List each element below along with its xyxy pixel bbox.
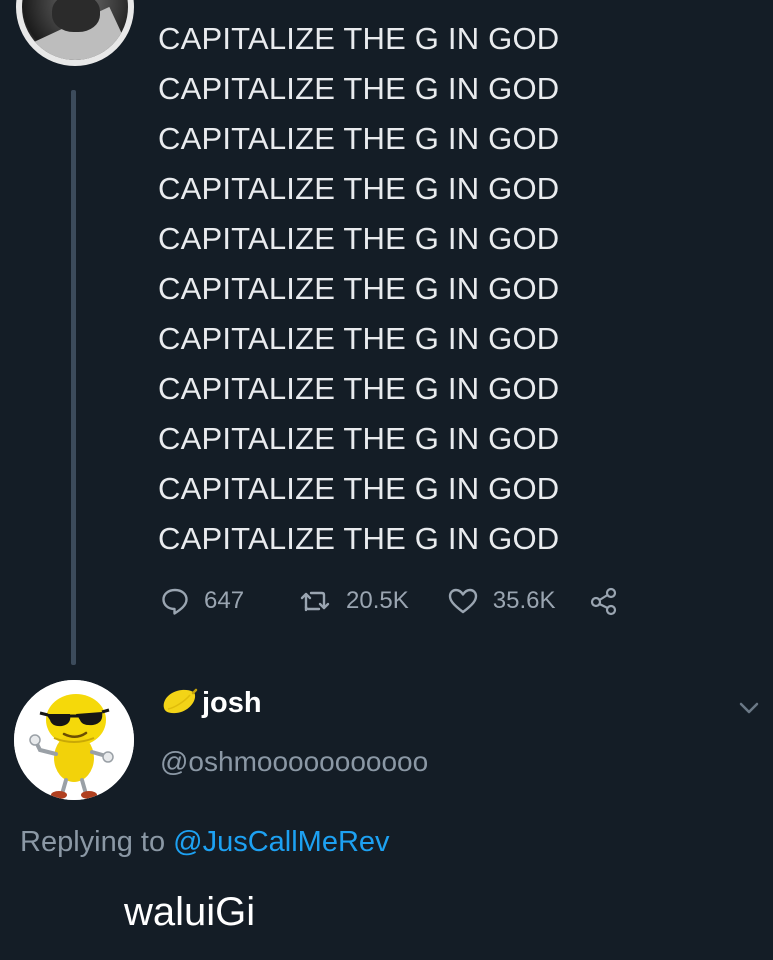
retweet-count: 20.5K — [346, 587, 409, 614]
thread-connector-line — [71, 90, 76, 665]
like-button[interactable]: 35.6K — [447, 586, 556, 616]
reply-tweet-text: waluiGi — [124, 890, 256, 934]
tweet-line: CAPITALIZE THE G IN GOD — [158, 221, 560, 256]
reply-button[interactable]: 647 — [160, 586, 244, 616]
tweet-line: CAPITALIZE THE G IN GOD — [158, 371, 560, 406]
tweet-line: CAPITALIZE THE G IN GOD — [158, 121, 560, 156]
tweet-line: CAPITALIZE THE G IN GOD — [158, 271, 560, 306]
tweet-line: CAPITALIZE THE G IN GOD — [158, 471, 560, 506]
share-button[interactable] — [589, 586, 619, 616]
heart-icon — [447, 586, 479, 616]
lemon-emoji-icon — [160, 686, 198, 721]
replying-to-mention-link[interactable]: @JusCallMeRev — [173, 826, 389, 858]
retweet-icon — [298, 586, 332, 616]
reply-count: 647 — [204, 587, 245, 614]
chevron-down-icon[interactable] — [737, 700, 761, 721]
replier-name-row[interactable]: josh — [160, 686, 262, 721]
replying-to-prefix: Replying to — [20, 826, 166, 858]
replying-to-line: Replying to @JusCallMeRev — [20, 826, 390, 859]
tweet-line: CAPITALIZE THE G IN GOD — [158, 71, 560, 106]
tweet-line: CAPITALIZE THE G IN GOD — [158, 321, 560, 356]
replier-avatar[interactable] — [14, 680, 134, 800]
tweet-line: CAPITALIZE THE G IN GOD — [158, 521, 560, 556]
retweet-button[interactable]: 20.5K — [298, 586, 409, 616]
share-icon — [589, 586, 619, 616]
avatar-face — [52, 0, 100, 32]
tweet-actions: 647 20.5K 35.6K — [160, 586, 619, 616]
tweet-text: CAPITALIZE THE G IN GOD CAPITALIZE THE G… — [158, 14, 559, 564]
tweet-line: CAPITALIZE THE G IN GOD — [158, 171, 560, 206]
lemon-character-icon — [14, 680, 134, 800]
reply-bubble-icon — [160, 586, 190, 616]
author-avatar[interactable] — [16, 0, 134, 66]
tweet-line: CAPITALIZE THE G IN GOD — [158, 21, 560, 56]
replier-display-name: josh — [202, 687, 262, 719]
tweet-line: CAPITALIZE THE G IN GOD — [158, 421, 560, 456]
replier-handle[interactable]: @oshmooooooooooo — [160, 746, 428, 778]
like-count: 35.6K — [492, 587, 556, 614]
